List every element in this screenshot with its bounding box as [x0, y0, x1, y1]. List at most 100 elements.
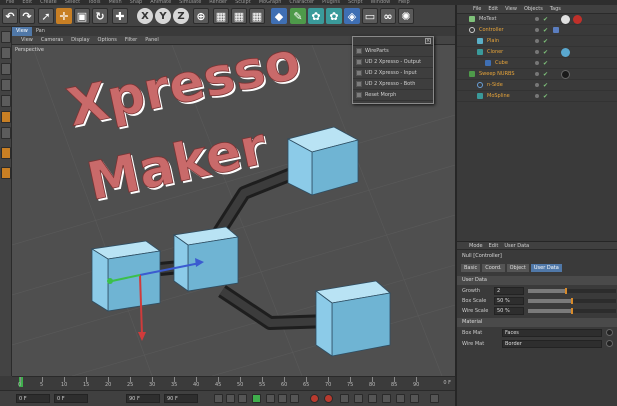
y-axis-lock-button[interactable]: Y [155, 8, 171, 24]
enabled-check-icon[interactable]: ✔ [543, 93, 548, 100]
visibility-dots-icon[interactable] [535, 61, 539, 65]
go-to-end-icon[interactable] [290, 394, 299, 403]
go-to-start-icon[interactable] [214, 394, 223, 403]
edges-mode-icon[interactable] [1, 111, 11, 123]
material-tag-icon[interactable] [561, 15, 570, 24]
object-row-sweep-nurbs[interactable]: Sweep NURBS ✔ [457, 69, 617, 80]
enabled-check-icon[interactable]: ✔ [543, 38, 548, 45]
wire-scale-slider[interactable] [528, 308, 616, 314]
viewport-menu-options[interactable]: Options [95, 36, 120, 44]
viewport-menu-view[interactable]: View [18, 36, 36, 44]
parameter-key-icon[interactable] [396, 394, 405, 403]
object-row-motext[interactable]: MoText ✔ [457, 14, 617, 25]
popup-item[interactable]: UD 2 Xpresso - Output [353, 57, 433, 68]
tab-basic[interactable]: Basic [461, 264, 481, 272]
close-icon[interactable]: × [425, 38, 431, 44]
om-menu-view[interactable]: View [505, 5, 517, 13]
render-view-icon[interactable]: ▦ [213, 8, 229, 24]
viewport-menu-panel[interactable]: Panel [142, 36, 162, 44]
light-icon[interactable]: ✺ [398, 8, 414, 24]
polygons-mode-icon[interactable] [1, 127, 11, 139]
am-menu-mode[interactable]: Mode [469, 242, 483, 249]
next-key-icon[interactable] [278, 394, 287, 403]
visibility-dots-icon[interactable] [535, 83, 539, 87]
recent-tool-icon[interactable]: ✚ [112, 8, 128, 24]
timeline-ruler[interactable]: 0 5 10 15 20 25 30 35 40 45 50 55 60 65 … [12, 376, 455, 390]
next-frame-icon[interactable] [266, 394, 275, 403]
growth-field[interactable]: 2 [494, 287, 524, 295]
scale-tool-icon[interactable]: ▣ [74, 8, 90, 24]
viewport-menu-display[interactable]: Display [68, 36, 92, 44]
workplane-icon[interactable] [1, 79, 11, 91]
scale-key-icon[interactable] [368, 394, 377, 403]
deformer-icon[interactable]: ◈ [344, 8, 360, 24]
visibility-dots-icon[interactable] [535, 17, 539, 21]
om-menu-tags[interactable]: Tags [550, 5, 561, 13]
autokey-icon[interactable] [324, 394, 333, 403]
snap-icon[interactable] [1, 147, 11, 159]
popup-item[interactable]: UD 2 Xpresso - Both [353, 79, 433, 90]
wire-scale-field[interactable]: 50 % [494, 307, 524, 315]
tab-object[interactable]: Object [506, 264, 529, 272]
array-icon[interactable]: ✿ [326, 8, 342, 24]
model-mode-icon[interactable] [1, 47, 11, 59]
box-scale-slider[interactable] [528, 298, 616, 304]
nurbs-icon[interactable]: ✿ [308, 8, 324, 24]
end-frame-field[interactable]: 90 F [164, 394, 198, 403]
enabled-check-icon[interactable]: ✔ [543, 16, 548, 23]
slider-knob[interactable] [571, 308, 573, 314]
cube-primitive-icon[interactable]: ◆ [271, 8, 287, 24]
box-mat-link-field[interactable]: Faces [502, 329, 602, 337]
pla-key-icon[interactable] [410, 394, 419, 403]
select-arrow-icon[interactable]: ➚ [38, 8, 54, 24]
growth-slider[interactable] [528, 288, 616, 294]
wire-mat-link-field[interactable]: Border [502, 340, 602, 348]
render-picture-viewer-icon[interactable]: ▦ [231, 8, 247, 24]
material-preview-icon[interactable] [606, 340, 613, 347]
visibility-dots-icon[interactable] [535, 50, 539, 54]
viewport-menu-filter[interactable]: Filter [122, 36, 140, 44]
slider-knob[interactable] [564, 288, 567, 294]
xpresso-tag-icon[interactable] [553, 27, 559, 33]
visibility-dots-icon[interactable] [535, 94, 539, 98]
keyframe-selection-icon[interactable] [340, 394, 349, 403]
tab-pan[interactable]: Pan [32, 27, 49, 36]
undo-icon[interactable]: ↶ [2, 8, 18, 24]
start-frame-field[interactable]: 0 F [16, 394, 50, 403]
visibility-dots-icon[interactable] [535, 72, 539, 76]
z-axis-lock-button[interactable]: Z [173, 8, 189, 24]
object-row-controller[interactable]: Controller ✔ [457, 25, 617, 36]
tab-coord[interactable]: Coord. [482, 264, 505, 272]
object-row-n-side[interactable]: n-Side ✔ [457, 80, 617, 91]
om-menu-objects[interactable]: Objects [524, 5, 543, 13]
slider-knob[interactable] [571, 298, 573, 304]
spline-icon[interactable]: ✎ [290, 8, 306, 24]
position-key-icon[interactable] [354, 394, 363, 403]
rotation-key-icon[interactable] [382, 394, 391, 403]
object-row-cube[interactable]: Cube ✔ [457, 58, 617, 69]
enabled-check-icon[interactable]: ✔ [543, 82, 548, 89]
enabled-check-icon[interactable]: ✔ [543, 60, 548, 67]
popup-item[interactable]: WireParts [353, 46, 433, 57]
viewport-menu-cameras[interactable]: Cameras [38, 36, 66, 44]
tab-user-data[interactable]: User Data [530, 264, 562, 272]
timeline-menu-icon[interactable] [430, 394, 439, 403]
redo-icon[interactable]: ↷ [19, 8, 35, 24]
object-row-mospline[interactable]: MoSpline ✔ [457, 91, 617, 102]
object-row-cloner[interactable]: Cloner ✔ [457, 47, 617, 58]
am-menu-user-data[interactable]: User Data [504, 242, 529, 249]
visibility-dots-icon[interactable] [535, 28, 539, 32]
preview-end-field[interactable]: 90 F [126, 394, 160, 403]
visibility-dots-icon[interactable] [535, 39, 539, 43]
move-tool-icon[interactable]: ✛ [56, 8, 72, 24]
enabled-check-icon[interactable]: ✔ [543, 49, 548, 56]
record-icon[interactable] [310, 394, 319, 403]
render-settings-icon[interactable]: ▦ [249, 8, 265, 24]
previous-frame-icon[interactable] [238, 394, 247, 403]
material-tag-icon[interactable] [561, 70, 570, 79]
enabled-check-icon[interactable]: ✔ [543, 71, 548, 78]
make-editable-icon[interactable] [1, 31, 11, 43]
am-menu-edit[interactable]: Edit [489, 242, 499, 249]
tab-view[interactable]: View [12, 27, 32, 36]
popup-item[interactable]: Reset Morph [353, 90, 433, 101]
